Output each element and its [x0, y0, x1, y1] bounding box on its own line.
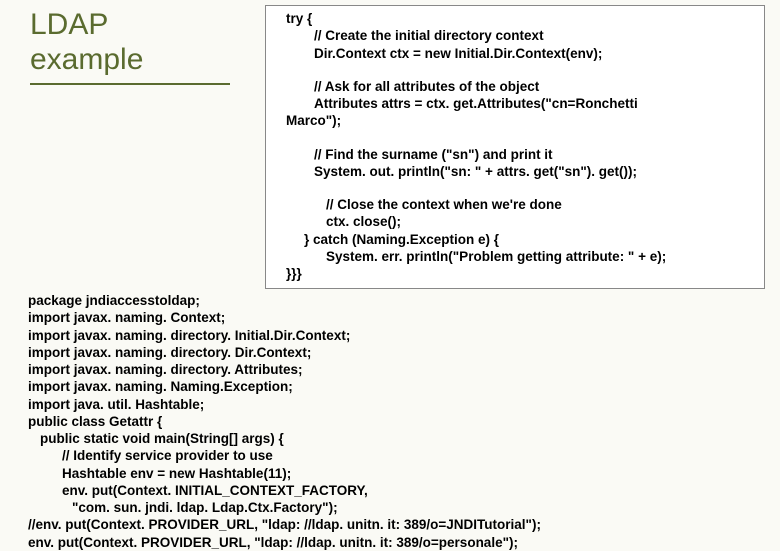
slide-title-block: LDAP example — [30, 8, 240, 85]
title-underline — [30, 83, 230, 85]
code-line: System. out. println("sn: " + attrs. get… — [286, 163, 756, 180]
code-line: Marco"); — [286, 112, 756, 129]
blank-line — [286, 180, 756, 196]
blank-line — [286, 62, 756, 78]
code-line: import javax. naming. directory. Dir.Con… — [28, 344, 541, 361]
code-line: // Identify service provider to use — [28, 447, 541, 464]
code-line: //env. put(Context. PROVIDER_URL, "ldap:… — [28, 516, 541, 533]
code-line: // Ask for all attributes of the object — [286, 78, 756, 95]
code-line: import javax. naming. directory. Attribu… — [28, 361, 541, 378]
code-line: System. err. println("Problem getting at… — [286, 248, 756, 265]
code-line: // Close the context when we're done — [286, 196, 756, 213]
slide-title-line1: LDAP — [30, 8, 240, 43]
blank-line — [286, 130, 756, 146]
code-line: // Create the initial directory context — [286, 27, 756, 44]
code-line: env. put(Context. PROVIDER_URL, "ldap: /… — [28, 534, 541, 551]
code-line: } catch (Naming.Exception e) { — [286, 231, 756, 248]
code-line: "com. sun. jndi. ldap. Ldap.Ctx.Factory"… — [28, 499, 541, 516]
code-box-top: try { // Create the initial directory co… — [265, 5, 765, 289]
code-main-block: package jndiaccesstoldap; import javax. … — [28, 292, 541, 551]
code-line: import javax. naming. Naming.Exception; — [28, 378, 541, 395]
code-line: env. put(Context. INITIAL_CONTEXT_FACTOR… — [28, 482, 541, 499]
slide-title-line2: example — [30, 43, 240, 78]
code-line: }}} — [286, 265, 756, 282]
code-line: // Find the surname ("sn") and print it — [286, 146, 756, 163]
code-line: import javax. naming. Context; — [28, 309, 541, 326]
code-line: Dir.Context ctx = new Initial.Dir.Contex… — [286, 45, 756, 62]
code-line: Attributes attrs = ctx. get.Attributes("… — [286, 95, 756, 112]
code-line: public class Getattr { — [28, 413, 541, 430]
code-line: import java. util. Hashtable; — [28, 396, 541, 413]
code-line: package jndiaccesstoldap; — [28, 292, 541, 309]
code-line: ctx. close(); — [286, 213, 756, 230]
code-line: import javax. naming. directory. Initial… — [28, 327, 541, 344]
code-line: public static void main(String[] args) { — [28, 430, 541, 447]
code-line: try { — [286, 10, 756, 27]
code-line: Hashtable env = new Hashtable(11); — [28, 465, 541, 482]
